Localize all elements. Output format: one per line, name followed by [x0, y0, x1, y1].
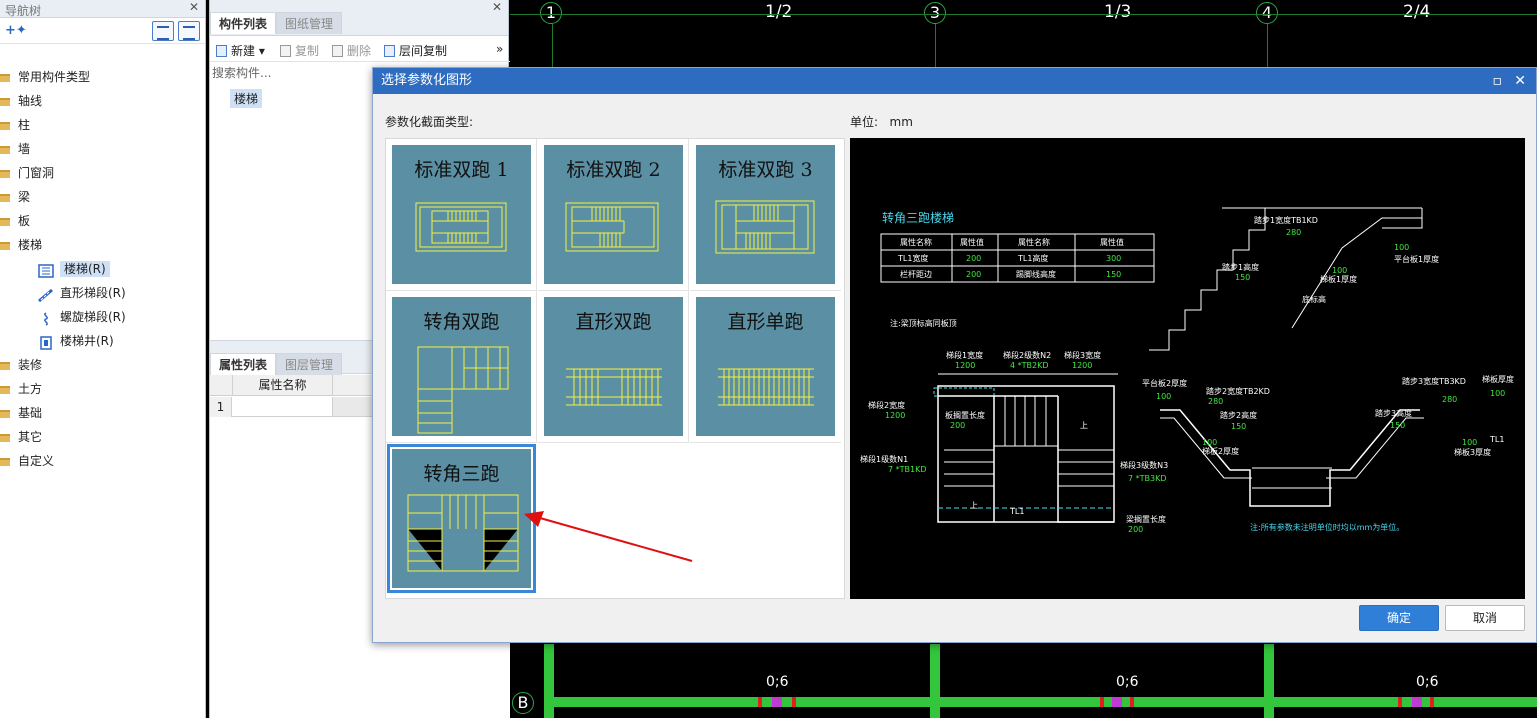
annotation-arrow	[524, 511, 693, 562]
